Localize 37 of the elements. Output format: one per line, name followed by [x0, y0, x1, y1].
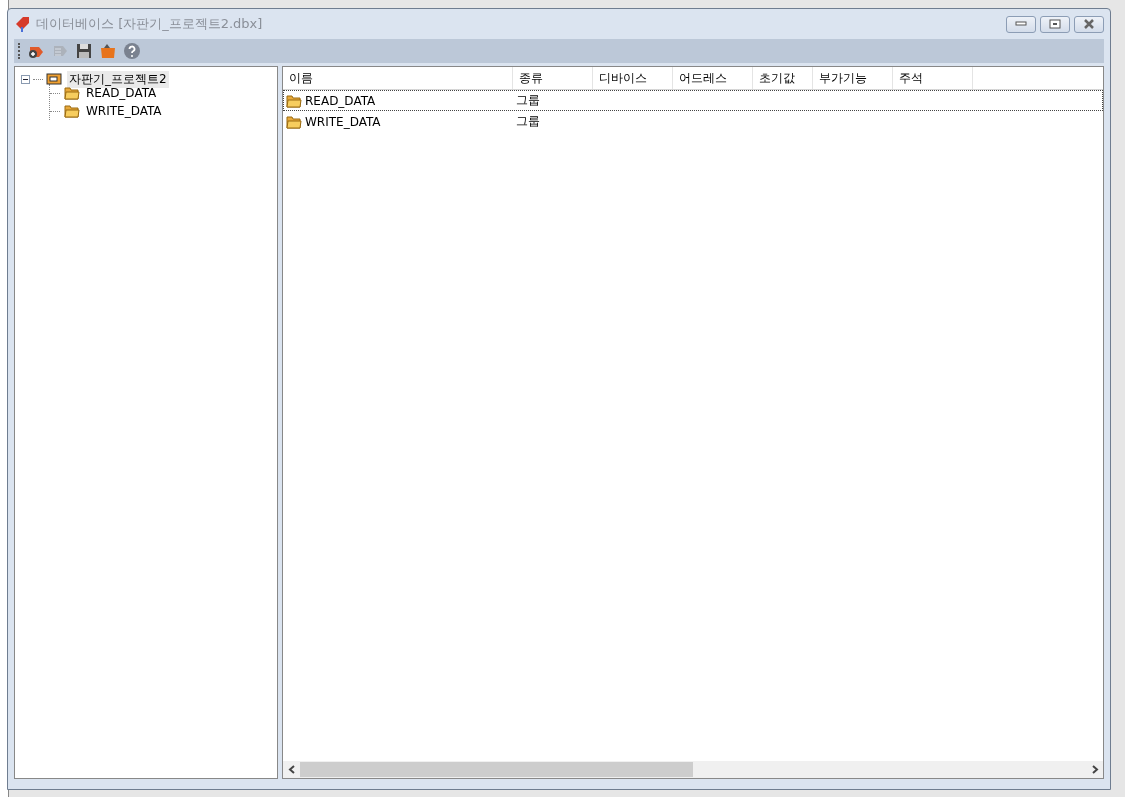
save-icon[interactable]	[75, 42, 93, 60]
column-header[interactable]: 종류	[513, 67, 593, 89]
column-header[interactable]: 부가기능	[813, 67, 893, 89]
column-header[interactable]: 어드레스	[673, 67, 753, 89]
folder-icon	[64, 85, 80, 101]
restore-icon	[1049, 19, 1061, 29]
column-header[interactable]: 초기값	[753, 67, 813, 89]
type-cell: 그룹	[516, 92, 540, 109]
chevron-left-icon	[287, 765, 296, 774]
tree-item[interactable]: WRITE_DATA	[84, 104, 164, 118]
folder-icon	[286, 113, 302, 130]
close-button[interactable]	[1074, 15, 1104, 33]
type-cell: 그룹	[516, 113, 540, 130]
help-icon[interactable]	[123, 42, 141, 60]
minimize-button[interactable]	[1006, 15, 1036, 33]
list-row[interactable]: READ_DATA 그룹	[283, 90, 1103, 111]
folder-icon	[286, 92, 302, 109]
folder-icon[interactable]	[99, 42, 117, 60]
column-header[interactable]: 이름	[283, 67, 513, 89]
window-title: 데이터베이스 [자판기_프로젝트2.dbx]	[36, 15, 263, 33]
horizontal-scrollbar[interactable]	[283, 761, 1103, 778]
tag-icon	[14, 15, 32, 33]
close-icon	[1083, 19, 1095, 29]
tree-item[interactable]: READ_DATA	[84, 86, 159, 100]
minimize-icon	[1015, 21, 1027, 27]
database-icon	[46, 72, 64, 86]
restore-button[interactable]	[1040, 15, 1070, 33]
chevron-right-icon	[1090, 765, 1099, 774]
name-cell: READ_DATA	[305, 93, 376, 108]
collapse-toggle[interactable]	[21, 74, 30, 84]
folder-icon	[64, 103, 80, 119]
name-cell: WRITE_DATA	[305, 114, 381, 129]
tree-item[interactable]: 자판기_프로젝트2	[67, 70, 169, 88]
column-header[interactable]: 디바이스	[593, 67, 673, 89]
column-header[interactable]: 주석	[893, 67, 973, 89]
scroll-thumb[interactable]	[300, 762, 693, 777]
list-row[interactable]: WRITE_DATA 그룹	[283, 111, 1103, 132]
